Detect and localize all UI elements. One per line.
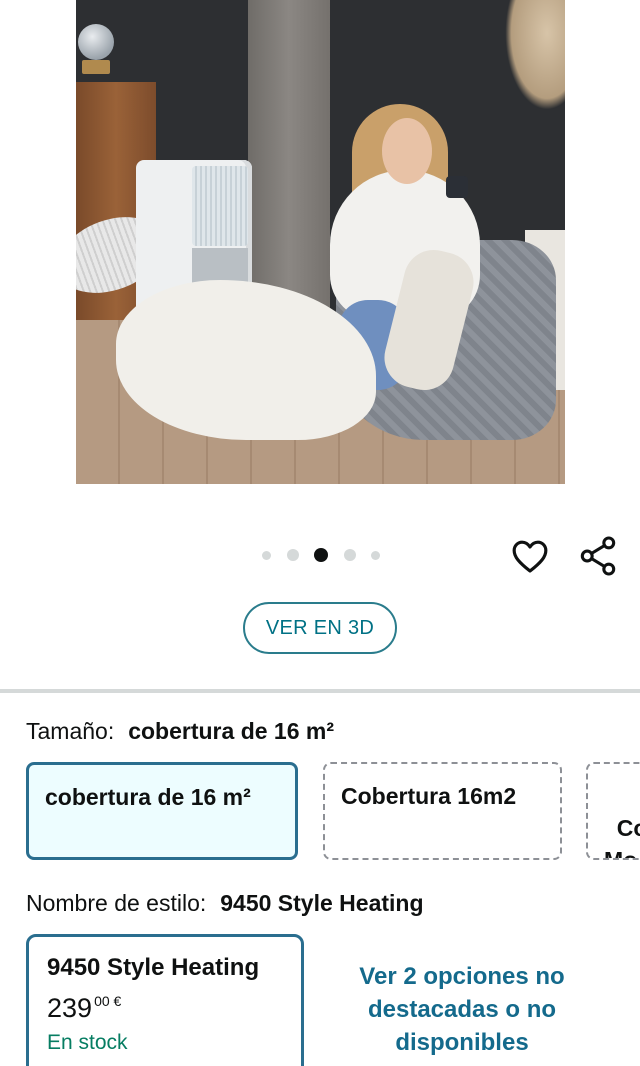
more-style-options-link[interactable]: Ver 2 opciones no destacadas o no dispon… (330, 960, 594, 1059)
carousel-dot-active[interactable] (314, 548, 328, 562)
image-ac-grill (192, 166, 248, 246)
price-fraction: 00 € (94, 993, 122, 1009)
size-option-selected[interactable]: cobertura de 16 m² (26, 762, 298, 860)
share-icon (580, 536, 616, 576)
style-selected-value: 9450 Style Heating (220, 890, 424, 916)
image-pillar (248, 0, 330, 330)
carousel-dot[interactable] (286, 549, 299, 561)
size-selector-label: Tamaño: cobertura de 16 m² (26, 718, 334, 745)
size-option-label: Cobertura 16m2 (341, 783, 517, 809)
style-selector-label: Nombre de estilo: 9450 Style Heating (26, 890, 424, 917)
carousel-indicator (262, 548, 380, 562)
share-button[interactable] (576, 534, 620, 578)
section-divider (0, 689, 640, 693)
size-label-text: Tamaño: (26, 718, 115, 744)
wishlist-button[interactable] (508, 534, 552, 578)
image-mug (446, 176, 468, 198)
size-option[interactable]: Cobertura 16m2 (323, 762, 562, 860)
size-option[interactable]: Col Mo (586, 762, 640, 860)
style-label-text: Nombre de estilo: (26, 890, 207, 916)
heart-icon (512, 540, 548, 573)
carousel-dot[interactable] (343, 549, 356, 561)
price: 239 00 € (47, 993, 283, 1023)
size-selected-value: cobertura de 16 m² (128, 718, 335, 744)
carousel-dot[interactable] (262, 550, 271, 560)
size-option-label: cobertura de 16 m² (45, 784, 251, 810)
image-plant (505, 0, 565, 110)
price-whole: 239 (47, 993, 93, 1023)
style-option-selected[interactable]: 9450 Style Heating 239 00 € En stock (26, 934, 304, 1066)
image-globe-stand (82, 60, 110, 74)
style-option-name: 9450 Style Heating (47, 954, 260, 981)
carousel-dot[interactable] (371, 550, 380, 560)
product-image[interactable] (76, 0, 565, 484)
view-in-3d-button[interactable]: VER EN 3D (243, 602, 397, 654)
availability-status: En stock (47, 1031, 128, 1054)
image-globe (78, 24, 114, 60)
size-option-label: Col Mo (604, 815, 640, 860)
image-woman-face (382, 118, 432, 184)
